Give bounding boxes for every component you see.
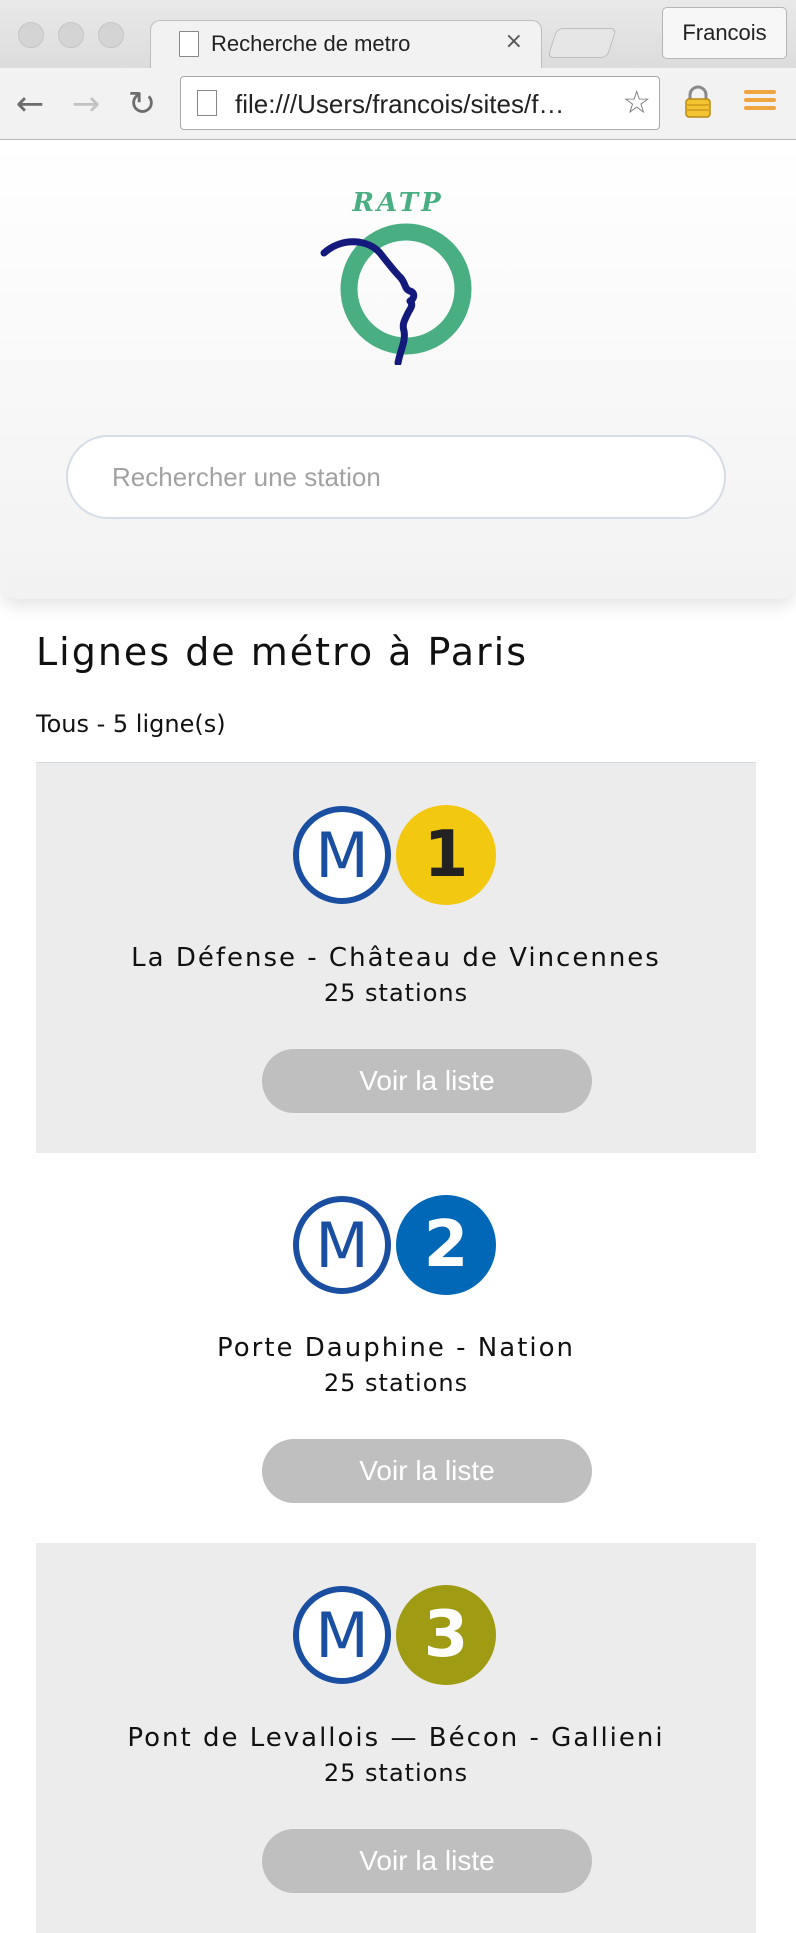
logo-text: RATP bbox=[351, 188, 443, 218]
station-count: 25 stations bbox=[323, 1369, 469, 1397]
station-count: 25 stations bbox=[323, 979, 469, 1007]
page-title: Lignes de métro à Paris bbox=[36, 630, 529, 674]
station-count: 25 stations bbox=[323, 1759, 469, 1787]
line-number-badge: 3 bbox=[396, 1585, 496, 1685]
page-icon bbox=[197, 90, 217, 116]
profile-button[interactable]: Francois bbox=[662, 7, 787, 59]
metro-line-card: M 2 Porte Dauphine - Nation 25 stations … bbox=[36, 1153, 756, 1543]
back-arrow-icon[interactable]: ← bbox=[10, 84, 50, 124]
browser-tab[interactable]: Recherche de metro × bbox=[150, 20, 542, 70]
view-list-button[interactable]: Voir la liste bbox=[262, 1049, 592, 1113]
metro-line-card: M 3 Pont de Levallois — Bécon - Gallieni… bbox=[36, 1543, 756, 1933]
svg-text:M: M bbox=[315, 1209, 369, 1282]
forward-arrow-icon[interactable]: → bbox=[66, 84, 106, 124]
tab-title: Recherche de metro bbox=[211, 31, 411, 56]
page-header: RATP bbox=[0, 141, 796, 599]
line-badges: M 2 bbox=[292, 1195, 502, 1295]
filter-summary: Tous - 5 ligne(s) bbox=[36, 710, 226, 738]
metro-m-icon: M bbox=[293, 1586, 391, 1684]
search-input[interactable] bbox=[66, 435, 726, 519]
line-badges: M 3 bbox=[292, 1585, 502, 1685]
lock-extension-icon[interactable] bbox=[680, 84, 716, 120]
url-text[interactable]: file:///Users/francois/sites/f… bbox=[235, 89, 605, 120]
line-number-badge: 2 bbox=[396, 1195, 496, 1295]
svg-text:M: M bbox=[315, 819, 369, 892]
metro-m-icon: M bbox=[293, 806, 391, 904]
zoom-window-button[interactable] bbox=[98, 22, 124, 48]
browser-titlebar: Recherche de metro × Francois bbox=[0, 0, 796, 70]
new-tab-button[interactable] bbox=[547, 28, 617, 58]
document-icon bbox=[179, 31, 199, 57]
ratp-logo: RATP bbox=[320, 188, 472, 365]
line-badges: M 1 bbox=[292, 805, 502, 905]
line-route: Pont de Levallois — Bécon - Gallieni bbox=[127, 1723, 665, 1753]
line-number-badge: 1 bbox=[396, 805, 496, 905]
svg-text:M: M bbox=[315, 1599, 369, 1672]
metro-line-card: M 1 La Défense - Château de Vincennes 25… bbox=[36, 763, 756, 1153]
reload-icon[interactable]: ↻ bbox=[122, 84, 162, 124]
line-route: Porte Dauphine - Nation bbox=[216, 1333, 575, 1363]
line-route: La Défense - Château de Vincennes bbox=[131, 943, 661, 973]
minimize-window-button[interactable] bbox=[58, 22, 84, 48]
metro-m-icon: M bbox=[293, 1196, 391, 1294]
view-list-button[interactable]: Voir la liste bbox=[262, 1829, 592, 1893]
close-window-button[interactable] bbox=[18, 22, 44, 48]
browser-toolbar: ← → ↻ file:///Users/francois/sites/f… ☆ bbox=[0, 68, 796, 140]
view-list-button[interactable]: Voir la liste bbox=[262, 1439, 592, 1503]
bookmark-star-icon[interactable]: ☆ bbox=[622, 83, 651, 121]
hamburger-menu-icon[interactable] bbox=[744, 86, 776, 118]
close-tab-icon[interactable]: × bbox=[505, 29, 523, 54]
address-bar[interactable]: file:///Users/francois/sites/f… ☆ bbox=[180, 76, 660, 130]
